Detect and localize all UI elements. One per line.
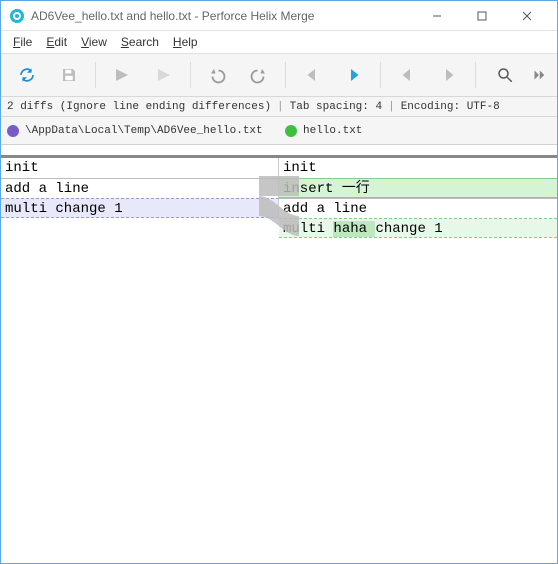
prev-diff-button[interactable]: [292, 58, 332, 92]
right-file-marker: [285, 125, 297, 137]
menu-file[interactable]: File: [13, 35, 32, 49]
left-file-path: \AppData\Local\Temp\AD6Vee_hello.txt: [25, 125, 263, 137]
diff-line-left[interactable]: add a line: [1, 178, 279, 198]
prev-conflict-button[interactable]: [387, 58, 427, 92]
diff-line-right[interactable]: init: [279, 158, 557, 178]
status-tab-spacing: Tab spacing: 4: [290, 101, 382, 113]
window-title: AD6Vee_hello.txt and hello.txt - Perforc…: [31, 9, 414, 23]
maximize-button[interactable]: [459, 2, 504, 30]
diff-line-right[interactable]: multi haha change 1: [279, 218, 557, 238]
menu-search[interactable]: Search: [121, 35, 159, 49]
right-pane-lines: initinsert 一行add a linemulti haha change…: [279, 155, 557, 238]
menubar: File Edit View Search Help: [1, 31, 557, 53]
diff-line-right[interactable]: add a line: [279, 198, 557, 218]
status-diffs: 2 diffs (Ignore line ending differences): [7, 101, 271, 113]
right-file-path: hello.txt: [303, 125, 362, 137]
app-icon: [9, 8, 25, 24]
next-diff-button[interactable]: [334, 58, 374, 92]
titlebar: AD6Vee_hello.txt and hello.txt - Perforc…: [1, 1, 557, 31]
redo-button[interactable]: [239, 58, 279, 92]
minimize-button[interactable]: [414, 2, 459, 30]
diff-area: initadd a linemulti change 1 initinsert …: [1, 145, 557, 563]
left-pane-lines: initadd a linemulti change 1: [1, 155, 279, 218]
right-pane[interactable]: initinsert 一行add a linemulti haha change…: [279, 145, 557, 563]
toolbar: [1, 53, 557, 97]
close-button[interactable]: [504, 2, 549, 30]
diff-line-left[interactable]: init: [1, 158, 279, 178]
menu-view[interactable]: View: [81, 35, 107, 49]
diff-line-left[interactable]: multi change 1: [1, 198, 279, 218]
next-conflict-button[interactable]: [429, 58, 469, 92]
undo-button[interactable]: [197, 58, 237, 92]
search-button[interactable]: [485, 58, 525, 92]
file-paths-bar: \AppData\Local\Temp\AD6Vee_hello.txt hel…: [1, 117, 557, 145]
flag-clear-button[interactable]: [144, 58, 184, 92]
menu-edit[interactable]: Edit: [46, 35, 67, 49]
statusbar: 2 diffs (Ignore line ending differences)…: [1, 97, 557, 117]
menu-help[interactable]: Help: [173, 35, 198, 49]
flag-button[interactable]: [102, 58, 142, 92]
refresh-button[interactable]: [7, 58, 47, 92]
left-pane[interactable]: initadd a linemulti change 1: [1, 145, 279, 563]
save-button[interactable]: [49, 58, 89, 92]
more-button[interactable]: [527, 58, 551, 92]
left-file-marker: [7, 125, 19, 137]
status-encoding: Encoding: UTF-8: [401, 101, 500, 113]
diff-line-right[interactable]: insert 一行: [279, 178, 557, 198]
